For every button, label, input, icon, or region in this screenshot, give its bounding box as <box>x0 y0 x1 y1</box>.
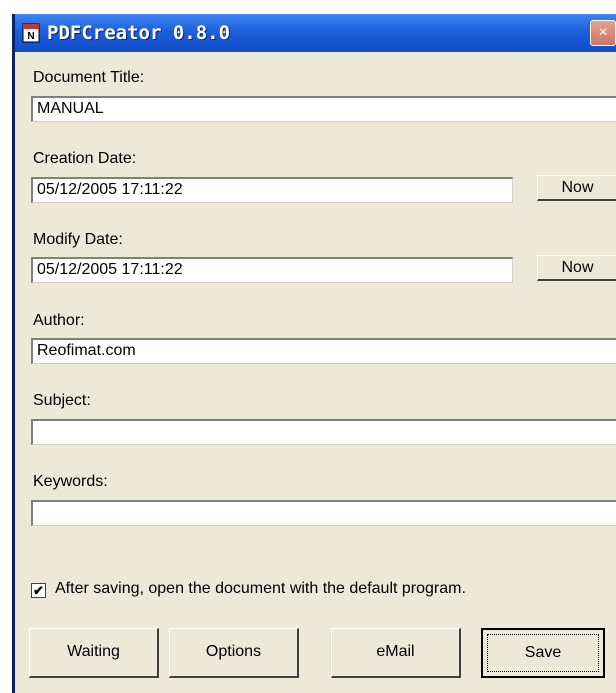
modify-date-field[interactable]: 05/12/2005 17:11:22 <box>31 257 513 283</box>
save-button[interactable]: Save <box>481 628 605 678</box>
author-label: Author: <box>33 312 85 329</box>
open-after-saving-label[interactable]: After saving, open the document with the… <box>55 580 466 598</box>
document-title-label: Document Title: <box>33 69 145 86</box>
creation-date-field[interactable]: 05/12/2005 17:11:22 <box>31 177 513 203</box>
options-button[interactable]: Options <box>169 628 299 678</box>
subject-label: Subject: <box>33 392 91 409</box>
svg-text:N: N <box>27 31 34 42</box>
waiting-button[interactable]: Waiting <box>29 628 159 678</box>
creation-date-now-button[interactable]: Now <box>537 175 616 201</box>
title-bar[interactable]: N PDFCreator 0.8.0 × <box>15 14 616 52</box>
modify-date-label: Modify Date: <box>33 231 123 248</box>
creation-date-label: Creation Date: <box>33 150 137 167</box>
pdfcreator-dialog: N PDFCreator 0.8.0 × Document Title: MAN… <box>12 14 616 693</box>
modify-date-now-button[interactable]: Now <box>537 255 616 281</box>
close-button[interactable]: × <box>590 20 616 46</box>
keywords-label: Keywords: <box>33 473 108 490</box>
document-title-field[interactable]: MANUAL <box>31 96 616 122</box>
close-icon: × <box>598 24 608 41</box>
author-field[interactable]: Reofimat.com <box>31 338 616 364</box>
subject-field[interactable] <box>31 419 616 445</box>
open-after-saving-checkbox[interactable]: ✔ <box>31 583 46 598</box>
keywords-field[interactable] <box>31 500 616 526</box>
pdfcreator-icon: N <box>22 23 40 43</box>
email-button[interactable]: eMail <box>331 628 461 678</box>
save-button-label: Save <box>487 634 599 672</box>
window-title: PDFCreator 0.8.0 <box>47 22 231 44</box>
checkmark-icon: ✔ <box>33 583 44 598</box>
